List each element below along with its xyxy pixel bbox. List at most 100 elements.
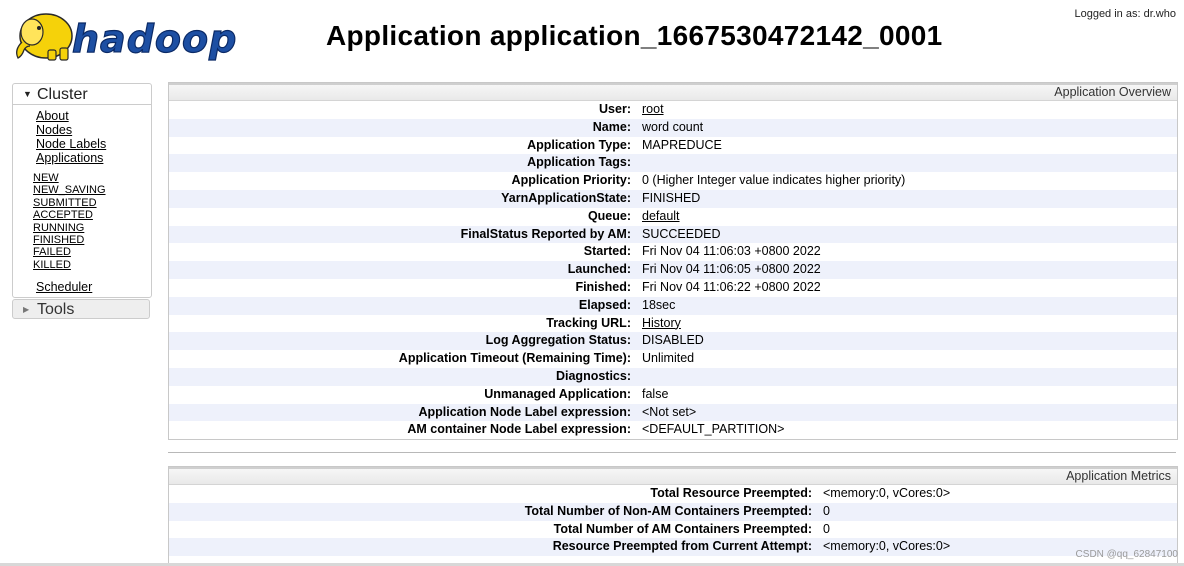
app-state-links: NEW NEW_SAVING SUBMITTED ACCEPTED RUNNIN… [13, 165, 151, 271]
watermark: CSDN @qq_62847100 [1075, 549, 1178, 560]
row-value: DISABLED [642, 333, 704, 348]
table-row: Name: word count [169, 118, 1177, 137]
table-row: User: root [169, 101, 1177, 119]
row-value-link[interactable]: History [642, 315, 681, 333]
nav-link-scheduler[interactable]: Scheduler [36, 280, 92, 294]
nav-link-state-new-saving[interactable]: NEW_SAVING [33, 184, 151, 196]
logo-text: hadoop [72, 17, 237, 61]
table-row: Diagnostics: [169, 367, 1177, 386]
nav-link-node-labels[interactable]: Node Labels [36, 137, 151, 151]
cluster-links: About Nodes Node Labels Applications [13, 105, 151, 165]
row-value: MAPREDUCE [642, 137, 722, 152]
page-title: Application application_1667530472142_00… [326, 20, 943, 51]
table-row: Total Number of Non-AM Containers Preemp… [169, 502, 1177, 521]
row-label: Application Type: [527, 137, 631, 152]
row-value: 0 [823, 521, 830, 536]
row-label: YarnApplicationState: [501, 190, 631, 205]
row-label: Finished: [575, 279, 631, 294]
application-metrics-title: Application Metrics [169, 469, 1177, 485]
table-row: Started: Fri Nov 04 11:06:03 +0800 2022 [169, 243, 1177, 261]
tools-nav-header[interactable]: ▶ Tools [12, 299, 150, 319]
application-overview-title: Application Overview [169, 85, 1177, 101]
nav-link-state-submitted[interactable]: SUBMITTED [33, 197, 151, 209]
cluster-nav-header[interactable]: ▼ Cluster [13, 84, 151, 105]
logged-in-user: Logged in as: dr.who [1074, 8, 1176, 20]
row-label: Log Aggregation Status: [485, 333, 631, 348]
row-label: FinalStatus Reported by AM: [460, 226, 631, 241]
row-label: Started: [583, 244, 631, 259]
overview-table: User: root Name: word count Application Type… [169, 101, 1177, 439]
row-value: <Not set> [642, 404, 697, 419]
nav-link-nodes[interactable]: Nodes [36, 123, 151, 137]
table-row: Elapsed: 18sec [169, 296, 1177, 315]
row-value: <DEFAULT_PARTITION> [642, 422, 785, 437]
row-value: FINISHED [642, 190, 701, 205]
row-value: 18sec [642, 297, 676, 312]
page-header: hadoop Application application_166753047… [0, 0, 1184, 70]
table-row: Queue: default [169, 208, 1177, 226]
row-value: 0 [823, 503, 830, 518]
table-row: Application Node Label expression: <Not s… [169, 403, 1177, 422]
section-divider [168, 452, 1176, 453]
row-label: AM container Node Label expression: [407, 422, 631, 437]
nav-link-state-accepted[interactable]: ACCEPTED [33, 209, 151, 221]
row-label: Unmanaged Application: [484, 386, 631, 401]
row-label: Tracking URL: [546, 315, 631, 330]
table-row: FinalStatus Reported by AM: SUCCEEDED [169, 225, 1177, 244]
row-label: Diagnostics: [555, 368, 631, 383]
row-label: Launched: [567, 262, 631, 277]
row-label: Application Tags: [527, 155, 631, 170]
table-row: AM container Node Label expression: <DEFA… [169, 421, 1177, 439]
nav-link-state-running[interactable]: RUNNING [33, 222, 151, 234]
row-value: 0 (Higher Integer value indicates higher… [642, 173, 906, 188]
table-row: Total Number of AM Containers Preempted:… [169, 521, 1177, 539]
cluster-label: Cluster [37, 86, 88, 103]
table-row: Finished: Fri Nov 04 11:06:22 +0800 2022 [169, 279, 1177, 297]
row-value: <memory:0, vCores:0> [823, 539, 951, 554]
row-value-link[interactable]: root [642, 101, 664, 119]
table-row: YarnApplicationState: FINISHED [169, 189, 1177, 208]
row-value: Fri Nov 04 11:06:22 +0800 2022 [642, 279, 821, 294]
triangle-right-icon: ▶ [23, 305, 30, 314]
nav-link-state-killed[interactable]: KILLED [33, 259, 151, 271]
row-label: Name: [592, 119, 631, 134]
nav-link-state-new[interactable]: NEW [33, 172, 151, 184]
row-value: <memory:0, vCores:0> [823, 486, 951, 500]
application-overview-panel: Application Overview User: root Name: word … [168, 82, 1178, 441]
row-value: Unlimited [642, 351, 695, 366]
row-value: word count [642, 119, 704, 134]
row-label: Application Priority: [511, 173, 631, 188]
row-value-link[interactable]: default [642, 208, 680, 226]
row-label: Total Number of Non-AM Containers Preemp… [524, 503, 812, 518]
table-row: Application Type: MAPREDUCE [169, 137, 1177, 155]
row-label: Application Node Label expression: [418, 404, 631, 419]
row-label: Resource Preempted from Current Attempt: [552, 539, 812, 554]
nav-link-state-failed[interactable]: FAILED [33, 246, 151, 258]
table-row: Application Tags: [169, 154, 1177, 173]
tools-label: Tools [37, 301, 75, 318]
table-row: Application Priority: 0 (Higher Integer v… [169, 172, 1177, 190]
row-label: Total Number of AM Containers Preempted: [553, 521, 812, 536]
cluster-nav: ▼ Cluster About Nodes Node Labels Applica… [12, 83, 152, 298]
table-row: Unmanaged Application: false [169, 386, 1177, 404]
row-value: Fri Nov 04 11:06:03 +0800 2022 [642, 244, 821, 259]
row-label: Elapsed: [578, 297, 631, 312]
row-value: Fri Nov 04 11:06:05 +0800 2022 [642, 262, 821, 277]
nav-link-state-finished[interactable]: FINISHED [33, 234, 151, 246]
elephant-icon [16, 13, 73, 61]
row-label: Application Timeout (Remaining Time): [398, 351, 631, 366]
row-value: false [642, 386, 669, 401]
table-row: Application Timeout (Remaining Time): Unl… [169, 350, 1177, 368]
scheduler-item: Scheduler [13, 271, 151, 294]
nav-link-about[interactable]: About [36, 109, 151, 123]
metrics-table: Total Resource Preempted: <memory:0, vCor… [169, 485, 1177, 557]
triangle-down-icon: ▼ [23, 89, 32, 99]
row-label: Total Resource Preempted: [650, 486, 812, 500]
nav-link-applications[interactable]: Applications [36, 151, 151, 165]
row-label: User: [599, 102, 631, 116]
row-value: SUCCEEDED [642, 226, 721, 241]
table-row: Tracking URL: History [169, 315, 1177, 333]
hadoop-logo[interactable]: hadoop [12, 6, 258, 66]
table-row: Total Resource Preempted: <memory:0, vCor… [169, 485, 1177, 503]
application-metrics-panel: Application Metrics Total Resource Preem… [168, 466, 1178, 566]
